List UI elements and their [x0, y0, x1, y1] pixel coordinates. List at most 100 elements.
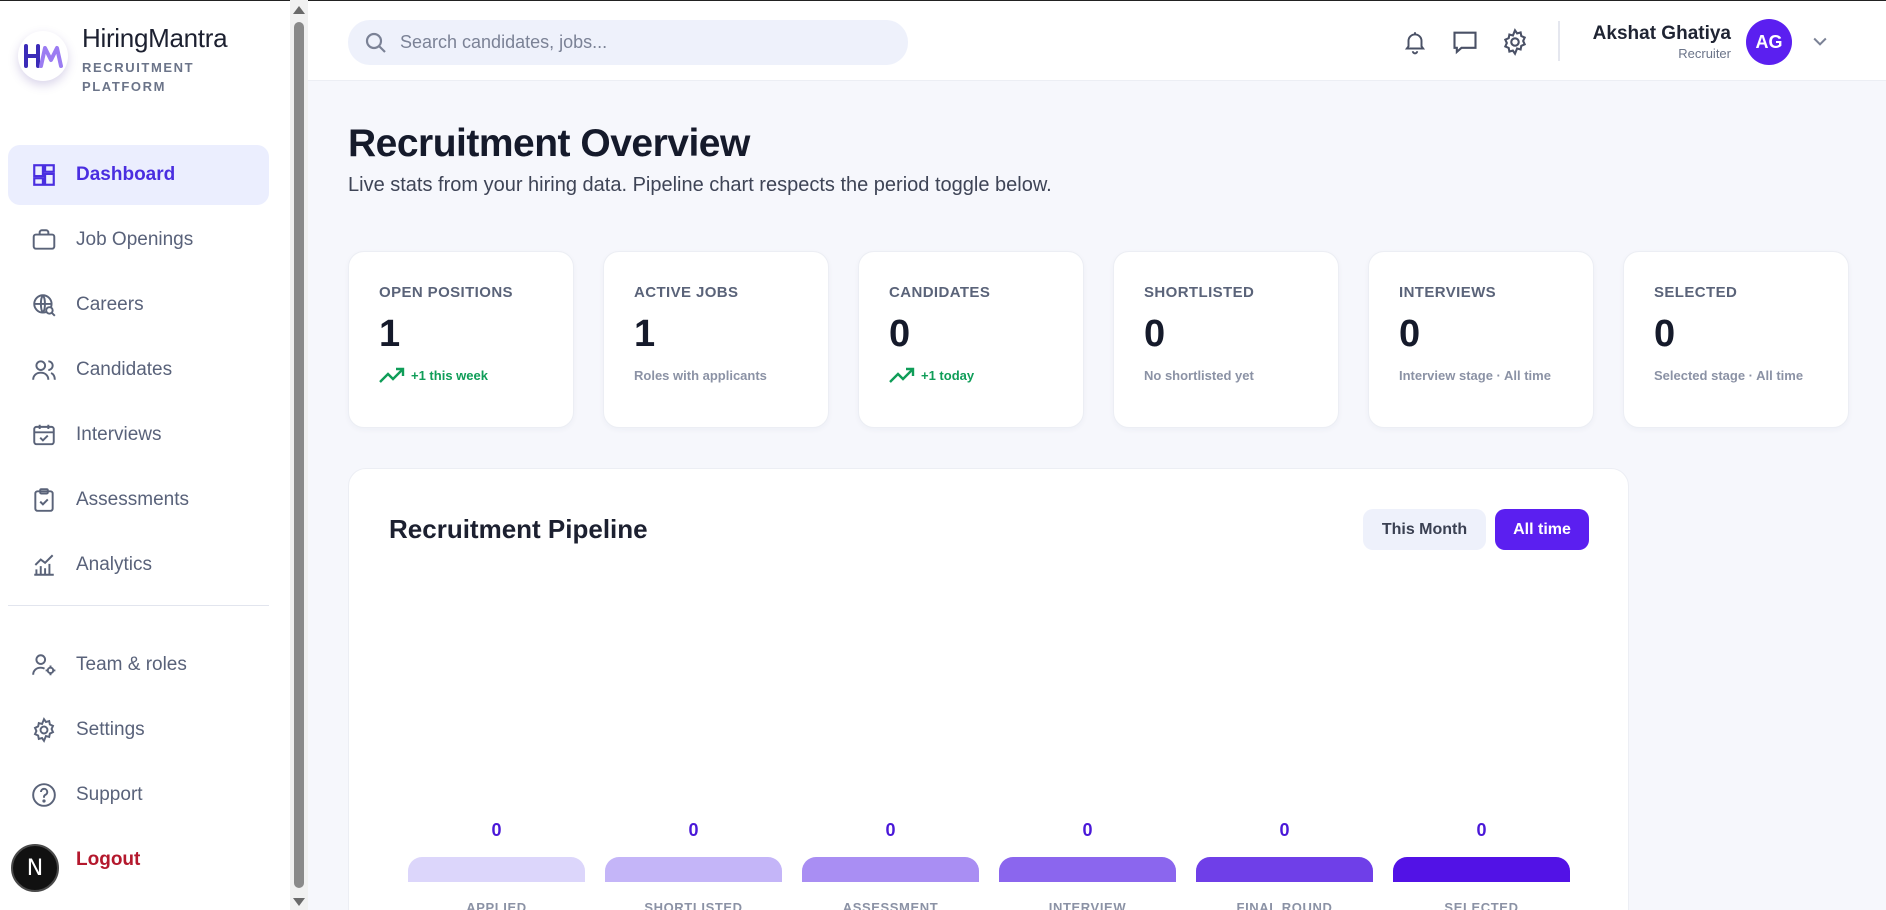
- stat-card-open-positions[interactable]: OPEN POSITIONS 1 +1 this week: [348, 251, 574, 428]
- sidebar-item-candidates[interactable]: Candidates: [8, 340, 269, 400]
- brand[interactable]: HiringMantra RECRUITMENT PLATFORM: [18, 23, 228, 96]
- search-input[interactable]: [400, 32, 880, 53]
- notifications-button[interactable]: [1400, 27, 1430, 57]
- sidebar-item-job-openings[interactable]: Job Openings: [8, 210, 269, 270]
- stat-label: CANDIDATES: [889, 284, 991, 301]
- stat-card-interviews[interactable]: INTERVIEWS 0 Interview stage · All time: [1368, 251, 1594, 428]
- stat-value: 1: [379, 313, 401, 355]
- user-avatar[interactable]: AG: [1746, 19, 1792, 65]
- stat-value: 0: [889, 313, 911, 355]
- globe-search-icon: [30, 291, 58, 319]
- bar-value-label: 0: [1082, 820, 1093, 840]
- calendar-check-icon: [30, 421, 58, 449]
- sidebar-item-label: Settings: [76, 719, 145, 740]
- sidebar-item-team-roles[interactable]: Team & roles: [8, 635, 269, 695]
- stat-card-shortlisted[interactable]: SHORTLISTED 0 No shortlisted yet: [1113, 251, 1339, 428]
- bar-category-label: ASSESSMENT: [842, 900, 939, 910]
- stat-card-active-jobs[interactable]: ACTIVE JOBS 1 Roles with applicants: [603, 251, 829, 428]
- pipeline-bar[interactable]: [1393, 857, 1570, 882]
- dashboard-icon: [30, 161, 58, 189]
- sidebar-item-label: Candidates: [76, 359, 173, 380]
- sidebar-item-analytics[interactable]: Analytics: [8, 535, 269, 595]
- stat-note: No shortlisted yet: [1144, 368, 1254, 383]
- search-bar[interactable]: [348, 20, 908, 65]
- sidebar-item-settings[interactable]: Settings: [8, 700, 269, 760]
- user-role: Recruiter: [1678, 46, 1731, 61]
- stat-label: SHORTLISTED: [1144, 284, 1255, 301]
- pipeline-bar[interactable]: [1196, 857, 1373, 882]
- stat-note: Roles with applicants: [634, 368, 767, 383]
- clipboard-check-icon: [30, 486, 58, 514]
- stat-value: 0: [1399, 313, 1421, 355]
- bar-category-label: APPLIED: [466, 900, 527, 910]
- settings-button[interactable]: [1500, 27, 1530, 57]
- bar-value-label: 0: [1279, 820, 1290, 840]
- stat-label: SELECTED: [1654, 284, 1738, 301]
- pipeline-bar[interactable]: [408, 857, 585, 882]
- sidebar-item-careers[interactable]: Careers: [8, 275, 269, 335]
- pipeline-bar[interactable]: [802, 857, 979, 882]
- topbar-divider: [1558, 21, 1560, 61]
- nextjs-badge[interactable]: N: [11, 844, 59, 892]
- bar-value-label: 0: [885, 820, 896, 840]
- users-icon: [30, 356, 58, 384]
- hm-logo-icon: [24, 44, 63, 68]
- sidebar-item-dashboard[interactable]: Dashboard: [8, 145, 269, 205]
- sidebar-item-label: Dashboard: [76, 164, 176, 185]
- period-toggle-all-time[interactable]: All time: [1495, 509, 1589, 550]
- sidebar-item-interviews[interactable]: Interviews: [8, 405, 269, 465]
- pipeline-card: Recruitment Pipeline This Month All time: [348, 468, 1629, 910]
- briefcase-icon: [30, 226, 58, 254]
- bar-value-label: 0: [1476, 820, 1487, 840]
- search-icon: [365, 32, 386, 53]
- trending-up-icon: [889, 367, 915, 383]
- user-name[interactable]: Akshat Ghatiya: [1593, 23, 1731, 45]
- pipeline-bar[interactable]: [605, 857, 782, 882]
- stat-trend: +1 this week: [379, 366, 573, 384]
- sidebar-scrollbar[interactable]: [290, 0, 308, 910]
- analytics-icon: [30, 551, 58, 579]
- messages-button[interactable]: [1450, 27, 1480, 57]
- user-gear-icon: [30, 651, 58, 679]
- sidebar-item-assessments[interactable]: Assessments: [8, 470, 269, 530]
- pipeline-title: Recruitment Pipeline: [389, 514, 648, 544]
- sidebar-item-label: Team & roles: [76, 654, 187, 675]
- chevron-down-icon[interactable]: [1810, 31, 1830, 51]
- page-subtitle: Live stats from your hiring data. Pipeli…: [348, 174, 1052, 196]
- gear-icon: [30, 716, 58, 744]
- scroll-down-arrow[interactable]: [293, 898, 305, 906]
- stat-label: INTERVIEWS: [1399, 284, 1497, 301]
- sidebar-item-support[interactable]: Support: [8, 765, 269, 825]
- stat-trend: +1 today: [889, 366, 1083, 384]
- sidebar-item-label: Logout: [76, 849, 141, 870]
- sidebar: HiringMantra RECRUITMENT PLATFORM Dashbo…: [0, 0, 290, 910]
- bar-category-label: SELECTED: [1444, 900, 1519, 910]
- sidebar-item-label: Analytics: [76, 554, 153, 575]
- sidebar-nav: Dashboard Job Openings Careers Candidate…: [8, 145, 269, 600]
- stat-note: Interview stage · All time: [1399, 368, 1551, 383]
- stat-label: ACTIVE JOBS: [634, 284, 739, 301]
- topbar: Akshat Ghatiya Recruiter AG: [308, 0, 1886, 81]
- gear-icon: [1503, 28, 1527, 56]
- brand-subtitle: RECRUITMENT PLATFORM: [82, 60, 195, 94]
- stat-card-selected[interactable]: SELECTED 0 Selected stage · All time: [1623, 251, 1849, 428]
- bar-category-label: INTERVIEW: [1048, 900, 1127, 910]
- period-toggle-this-month[interactable]: This Month: [1363, 509, 1486, 550]
- scroll-up-arrow[interactable]: [293, 6, 305, 14]
- sidebar-item-label: Assessments: [76, 489, 189, 510]
- help-icon: [30, 781, 58, 809]
- sidebar-item-label: Support: [76, 784, 143, 805]
- brand-logo: [18, 31, 68, 81]
- stat-note: Selected stage · All time: [1654, 368, 1804, 383]
- pipeline-bar[interactable]: [999, 857, 1176, 882]
- page-title: Recruitment Overview: [348, 122, 750, 165]
- sidebar-item-label: Job Openings: [76, 229, 194, 250]
- stat-value: 0: [1144, 313, 1166, 355]
- scroll-thumb[interactable]: [294, 22, 304, 888]
- stat-card-candidates[interactable]: CANDIDATES 0 +1 today: [858, 251, 1084, 428]
- sidebar-item-label: Careers: [76, 294, 144, 315]
- stat-value: 1: [634, 313, 656, 355]
- sidebar-divider: [8, 605, 269, 606]
- brand-name: HiringMantra: [82, 23, 228, 53]
- bar-value-label: 0: [688, 820, 699, 840]
